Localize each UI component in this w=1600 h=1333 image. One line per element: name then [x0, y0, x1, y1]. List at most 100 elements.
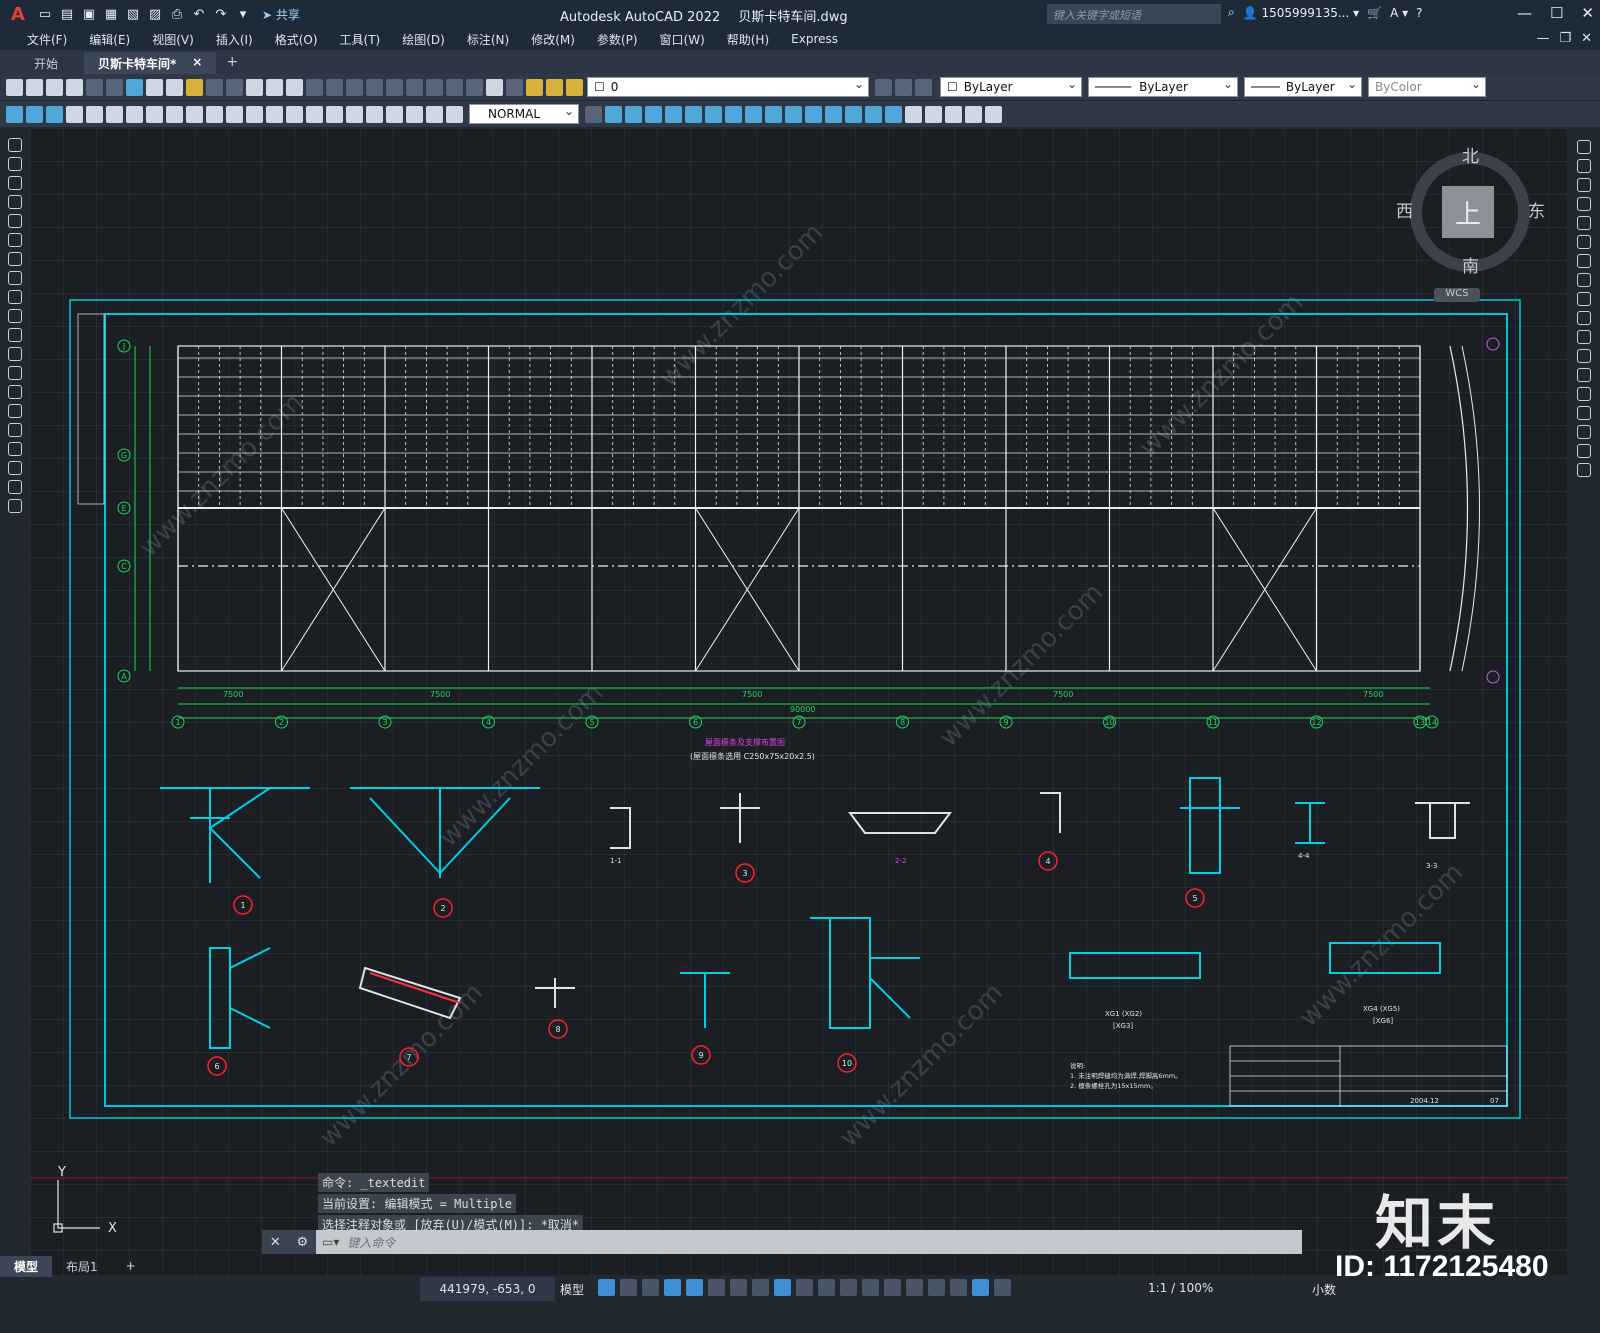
extend-icon[interactable]: [1576, 330, 1591, 344]
zoom-realtime-icon[interactable]: [306, 78, 323, 96]
linetype-dropdown[interactable]: ───── ByLayer: [1088, 77, 1238, 97]
calculator-icon[interactable]: [466, 78, 483, 96]
annotation-visibility-icon[interactable]: [950, 1279, 967, 1296]
maximize-icon[interactable]: ☐: [1550, 4, 1563, 22]
text-style-dropdown[interactable]: NORMAL: [469, 104, 579, 124]
user-account[interactable]: 👤 1505999135... ▾: [1243, 6, 1359, 20]
menu-file[interactable]: 文件(F): [16, 31, 78, 48]
region-icon[interactable]: [8, 442, 22, 456]
dim-ordinate-icon[interactable]: [126, 105, 143, 123]
view-cube-top-face[interactable]: 上: [1442, 186, 1494, 238]
dynamic-input-icon[interactable]: [664, 1279, 681, 1296]
plotstyle-dropdown[interactable]: ByColor: [1368, 77, 1486, 97]
chamfer-icon[interactable]: [865, 105, 882, 123]
properties-icon[interactable]: [366, 78, 383, 96]
menu-format[interactable]: 格式(O): [264, 31, 329, 48]
menu-modify[interactable]: 修改(M): [520, 31, 586, 48]
join-icon[interactable]: [1576, 387, 1591, 401]
search-icon[interactable]: ⌕: [1228, 5, 1235, 20]
doc-restore-icon[interactable]: ❐: [1559, 31, 1571, 46]
customize-qat-icon[interactable]: ▾: [234, 5, 252, 23]
compass-west[interactable]: 西: [1396, 197, 1413, 222]
polar-tracking-icon[interactable]: [708, 1279, 725, 1296]
autocad-logo-icon[interactable]: A: [0, 0, 36, 28]
model-space-button[interactable]: 模型: [560, 1281, 584, 1298]
dim-radius-icon[interactable]: [146, 105, 163, 123]
3d-osnap-icon[interactable]: [862, 1279, 879, 1296]
move-icon[interactable]: [705, 105, 722, 123]
snap-toggle-icon[interactable]: [620, 1279, 637, 1296]
menu-insert[interactable]: 插入(I): [205, 31, 264, 48]
array-icon[interactable]: [685, 105, 702, 123]
explode-icon[interactable]: [905, 105, 922, 123]
layer-lock-icon[interactable]: [566, 78, 583, 96]
doc-close-icon[interactable]: ✕: [1581, 31, 1592, 46]
tab-layout1[interactable]: 布局1: [52, 1256, 112, 1277]
revcloud-icon[interactable]: [8, 271, 22, 285]
dim-arc-icon[interactable]: [106, 105, 123, 123]
gradient-icon[interactable]: [8, 423, 22, 437]
wcs-menu[interactable]: WCS: [1434, 288, 1480, 302]
rotate-icon[interactable]: [1576, 254, 1591, 268]
compass-north[interactable]: 北: [1462, 142, 1479, 167]
sheet-set-icon[interactable]: [426, 78, 443, 96]
erase-icon[interactable]: [605, 105, 622, 123]
match-properties-icon[interactable]: [206, 78, 223, 96]
save-icon[interactable]: [46, 78, 63, 96]
ellipse-icon[interactable]: [8, 309, 22, 323]
break-icon[interactable]: [825, 105, 842, 123]
menu-help[interactable]: 帮助(H): [716, 31, 780, 48]
mirror-icon[interactable]: [1576, 178, 1591, 192]
dim-baseline-icon[interactable]: [246, 105, 263, 123]
scale-icon[interactable]: [1576, 273, 1591, 287]
layer-sun-icon[interactable]: [546, 78, 563, 96]
new-icon[interactable]: [6, 78, 23, 96]
3d-dwf-icon[interactable]: [126, 78, 143, 96]
redo-icon[interactable]: [266, 78, 283, 96]
extend-icon[interactable]: [805, 105, 822, 123]
dim-style-icon[interactable]: [585, 105, 602, 123]
break-icon[interactable]: [1576, 368, 1591, 382]
insert-block-icon[interactable]: [8, 347, 22, 361]
tool-palettes-icon[interactable]: [406, 78, 423, 96]
menu-express[interactable]: Express: [780, 32, 849, 46]
chamfer-icon[interactable]: [1576, 406, 1591, 420]
layer-walk-icon[interactable]: [46, 105, 63, 123]
undo-icon[interactable]: ↶: [190, 5, 208, 23]
save-as-icon[interactable]: ▦: [102, 5, 120, 23]
dim-angular-icon[interactable]: [206, 105, 223, 123]
transparency-toggle-icon[interactable]: [818, 1279, 835, 1296]
save-web-icon[interactable]: ▨: [146, 5, 164, 23]
copy-icon[interactable]: [166, 78, 183, 96]
line-icon[interactable]: [8, 138, 22, 152]
erase-icon[interactable]: [1576, 140, 1591, 154]
add-selected-icon[interactable]: [8, 499, 22, 513]
zoom-previous-icon[interactable]: [346, 78, 363, 96]
add-layout-button[interactable]: +: [112, 1257, 150, 1275]
menu-view[interactable]: 视图(V): [141, 31, 205, 48]
help-icon[interactable]: [486, 78, 503, 96]
inspect-icon[interactable]: [366, 105, 383, 123]
help-icon[interactable]: ?: [1416, 6, 1422, 20]
tab-start[interactable]: 开始: [20, 52, 72, 74]
blend-icon[interactable]: [1576, 444, 1591, 458]
grid-toggle-icon[interactable]: [598, 1279, 615, 1296]
command-input[interactable]: 键入命令: [339, 1234, 395, 1251]
selection-cycling-icon[interactable]: [840, 1279, 857, 1296]
dim-break-icon[interactable]: [306, 105, 323, 123]
trim-icon[interactable]: [785, 105, 802, 123]
close-icon[interactable]: ✕: [1581, 4, 1594, 22]
infer-constraints-icon[interactable]: [642, 1279, 659, 1296]
dim-jogged-icon[interactable]: [166, 105, 183, 123]
object-snap-tracking-icon[interactable]: [752, 1279, 769, 1296]
color-dropdown[interactable]: ☐ ByLayer: [940, 77, 1082, 97]
make-block-icon[interactable]: [8, 366, 22, 380]
dim-continue-icon[interactable]: [266, 105, 283, 123]
ungroup-icon[interactable]: [965, 105, 982, 123]
selection-filter-icon[interactable]: [906, 1279, 923, 1296]
mirror-icon[interactable]: [645, 105, 662, 123]
coordinates-display[interactable]: 441979, -653, 0: [420, 1277, 555, 1301]
share-button[interactable]: ➤ 共享: [262, 6, 300, 23]
make-object-layer-icon[interactable]: [6, 105, 23, 123]
undo-icon[interactable]: [246, 78, 263, 96]
